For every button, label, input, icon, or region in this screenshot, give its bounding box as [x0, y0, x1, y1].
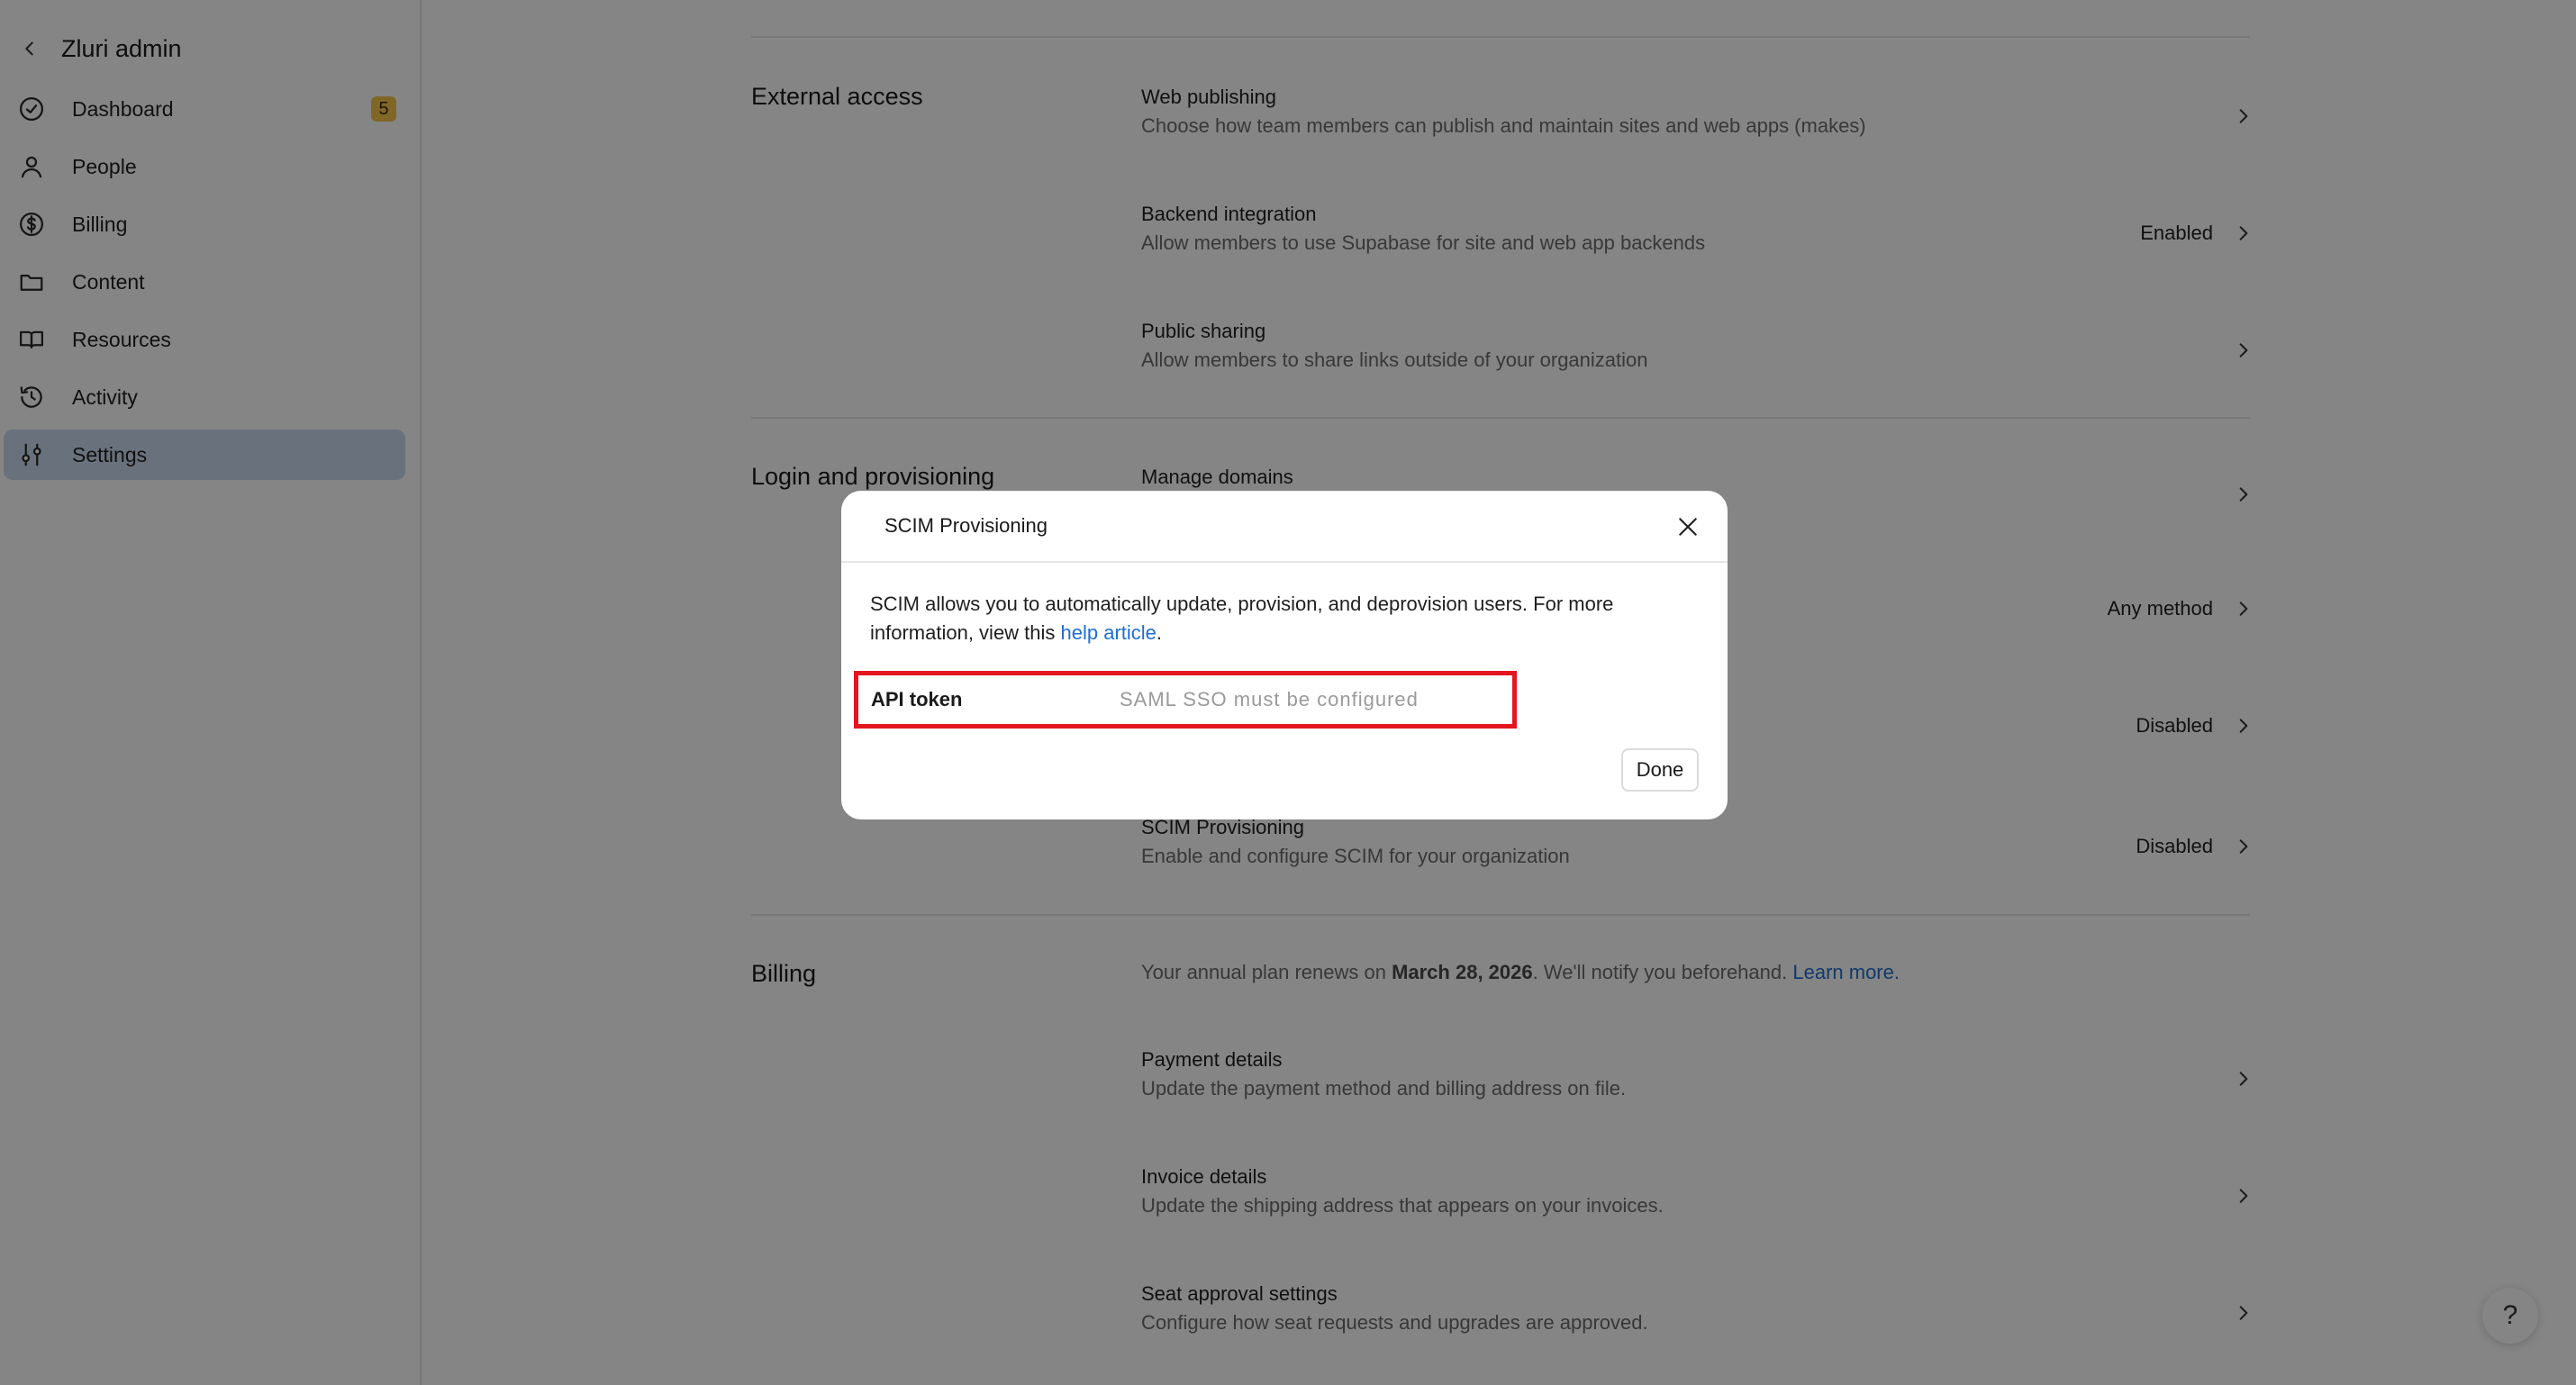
scim-provisioning-dialog: SCIM Provisioning SCIM allows you to aut…	[841, 491, 1728, 819]
dialog-description: SCIM allows you to automatically update,…	[870, 593, 1614, 644]
api-token-row: API token SAML SSO must be configured	[854, 671, 1517, 729]
api-token-label: API token	[871, 688, 963, 711]
dialog-body: SCIM allows you to automatically update,…	[841, 563, 1728, 647]
dialog-header: SCIM Provisioning	[841, 491, 1728, 563]
dialog-description-end: .	[1156, 621, 1163, 644]
dialog-title: SCIM Provisioning	[884, 514, 1048, 537]
done-button[interactable]: Done	[1621, 748, 1699, 792]
api-token-value: SAML SSO must be configured	[1120, 688, 1419, 711]
help-article-link[interactable]: help article	[1061, 621, 1156, 644]
close-icon[interactable]	[1672, 511, 1704, 543]
